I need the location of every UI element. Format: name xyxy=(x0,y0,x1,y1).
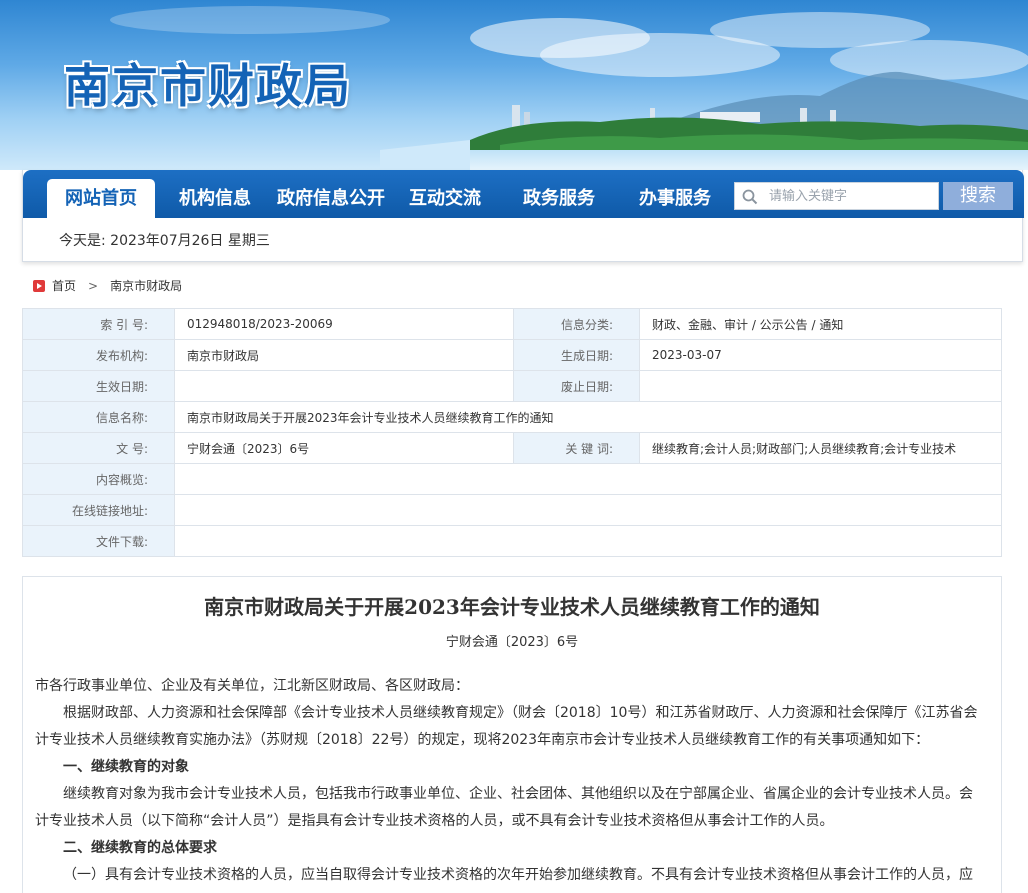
breadcrumb-current[interactable]: 南京市财政局 xyxy=(110,277,182,294)
article-body: 市各行政事业单位、企业及有关单位，江北新区财政局、各区财政局： 根据财政部、人力… xyxy=(35,673,985,889)
search-input[interactable] xyxy=(769,186,934,206)
category-value: 财政、金融、审计 / 公示公告 / 通知 xyxy=(639,308,1002,340)
table-row: 发布机构: 南京市财政局 生成日期: 2023-03-07 xyxy=(22,339,1002,371)
article-paragraph: （一）具有会计专业技术资格的人员，应当自取得会计专业技术资格的次年开始参加继续教… xyxy=(63,867,973,883)
article-title: 南京市财政局关于开展2023年会计专业技术人员继续教育工作的通知 xyxy=(204,595,820,619)
nav-organization[interactable]: 机构信息 xyxy=(169,179,261,218)
keywords-value: 继续教育;会计人员;财政部门;人员继续教育;会计专业技术 xyxy=(639,432,1002,464)
article-heading: 二、继续教育的总体要求 xyxy=(63,840,217,856)
table-row: 在线链接地址: xyxy=(22,494,1002,526)
publisher-label: 发布机构: xyxy=(22,339,175,371)
summary-value xyxy=(174,463,1002,495)
breadcrumb: 首页 > 南京市财政局 xyxy=(33,277,182,294)
name-value: 南京市财政局关于开展2023年会计专业技术人员继续教育工作的通知 xyxy=(174,401,1002,433)
link-value[interactable] xyxy=(174,494,1002,526)
abolish-value xyxy=(639,370,1002,402)
search-icon xyxy=(742,189,758,205)
table-row: 内容概览: xyxy=(22,463,1002,495)
table-row: 文件下载: xyxy=(22,525,1002,557)
site-banner: 南京市财政局 xyxy=(0,0,1028,170)
article-doc-number: 宁财会通〔2023〕6号 xyxy=(445,635,579,650)
article-greeting: 市各行政事业单位、企业及有关单位，江北新区财政局、各区财政局： xyxy=(35,678,469,694)
home-icon xyxy=(33,279,45,292)
site-title: 南京市财政局 xyxy=(64,59,352,113)
effective-label: 生效日期: xyxy=(22,370,175,402)
publisher-value: 南京市财政局 xyxy=(174,339,514,371)
nav-affairs-service[interactable]: 办事服务 xyxy=(633,179,717,218)
article-paragraph: 根据财政部、人力资源和社会保障部《会计专业技术人员继续教育规定》（财会〔2018… xyxy=(35,705,978,748)
table-row: 信息名称: 南京市财政局关于开展2023年会计专业技术人员继续教育工作的通知 xyxy=(22,401,1002,433)
category-label: 信息分类: xyxy=(513,308,640,340)
nav-home[interactable]: 网站首页 xyxy=(47,179,155,218)
article: 南京市财政局关于开展2023年会计专业技术人员继续教育工作的通知 宁财会通〔20… xyxy=(22,576,1002,893)
table-row: 生效日期: 废止日期: xyxy=(22,370,1002,402)
current-date: 今天是: 2023年07月26日 星期三 xyxy=(59,233,270,249)
created-label: 生成日期: xyxy=(513,339,640,371)
breadcrumb-separator-icon: > xyxy=(88,278,99,293)
nav-gov-info[interactable]: 政府信息公开 xyxy=(271,179,391,218)
docno-value: 宁财会通〔2023〕6号 xyxy=(174,432,514,464)
link-label: 在线链接地址: xyxy=(22,494,175,526)
nav-interaction[interactable]: 互动交流 xyxy=(403,179,487,218)
keywords-label: 关 键 词: xyxy=(513,432,640,464)
nav-gov-service[interactable]: 政务服务 xyxy=(517,179,601,218)
table-row: 文 号: 宁财会通〔2023〕6号 关 键 词: 继续教育;会计人员;财政部门;… xyxy=(22,432,1002,464)
header-nav-panel: 网站首页 机构信息 政府信息公开 互动交流 政务服务 办事服务 搜索 今天是: … xyxy=(22,170,1024,262)
article-heading: 一、继续教育的对象 xyxy=(63,759,189,775)
summary-label: 内容概览: xyxy=(22,463,175,495)
table-row: 索 引 号: 012948018/2023-20069 信息分类: 财政、金融、… xyxy=(22,308,1002,340)
docno-label: 文 号: xyxy=(22,432,175,464)
created-value: 2023-03-07 xyxy=(639,339,1002,371)
name-label: 信息名称: xyxy=(22,401,175,433)
search-button[interactable]: 搜索 xyxy=(943,182,1013,210)
main-nav: 网站首页 机构信息 政府信息公开 互动交流 政务服务 办事服务 搜索 xyxy=(23,170,1024,218)
download-value[interactable] xyxy=(174,525,1002,557)
search-box xyxy=(734,182,939,210)
index-label: 索 引 号: xyxy=(22,308,175,340)
breadcrumb-home[interactable]: 首页 xyxy=(52,277,76,294)
abolish-label: 废止日期: xyxy=(513,370,640,402)
info-table: 索 引 号: 012948018/2023-20069 信息分类: 财政、金融、… xyxy=(22,308,1002,557)
article-paragraph: 继续教育对象为我市会计专业技术人员，包括我市行政事业单位、企业、社会团体、其他组… xyxy=(35,786,973,829)
index-value: 012948018/2023-20069 xyxy=(174,308,514,340)
download-label: 文件下载: xyxy=(22,525,175,557)
effective-value xyxy=(174,370,514,402)
